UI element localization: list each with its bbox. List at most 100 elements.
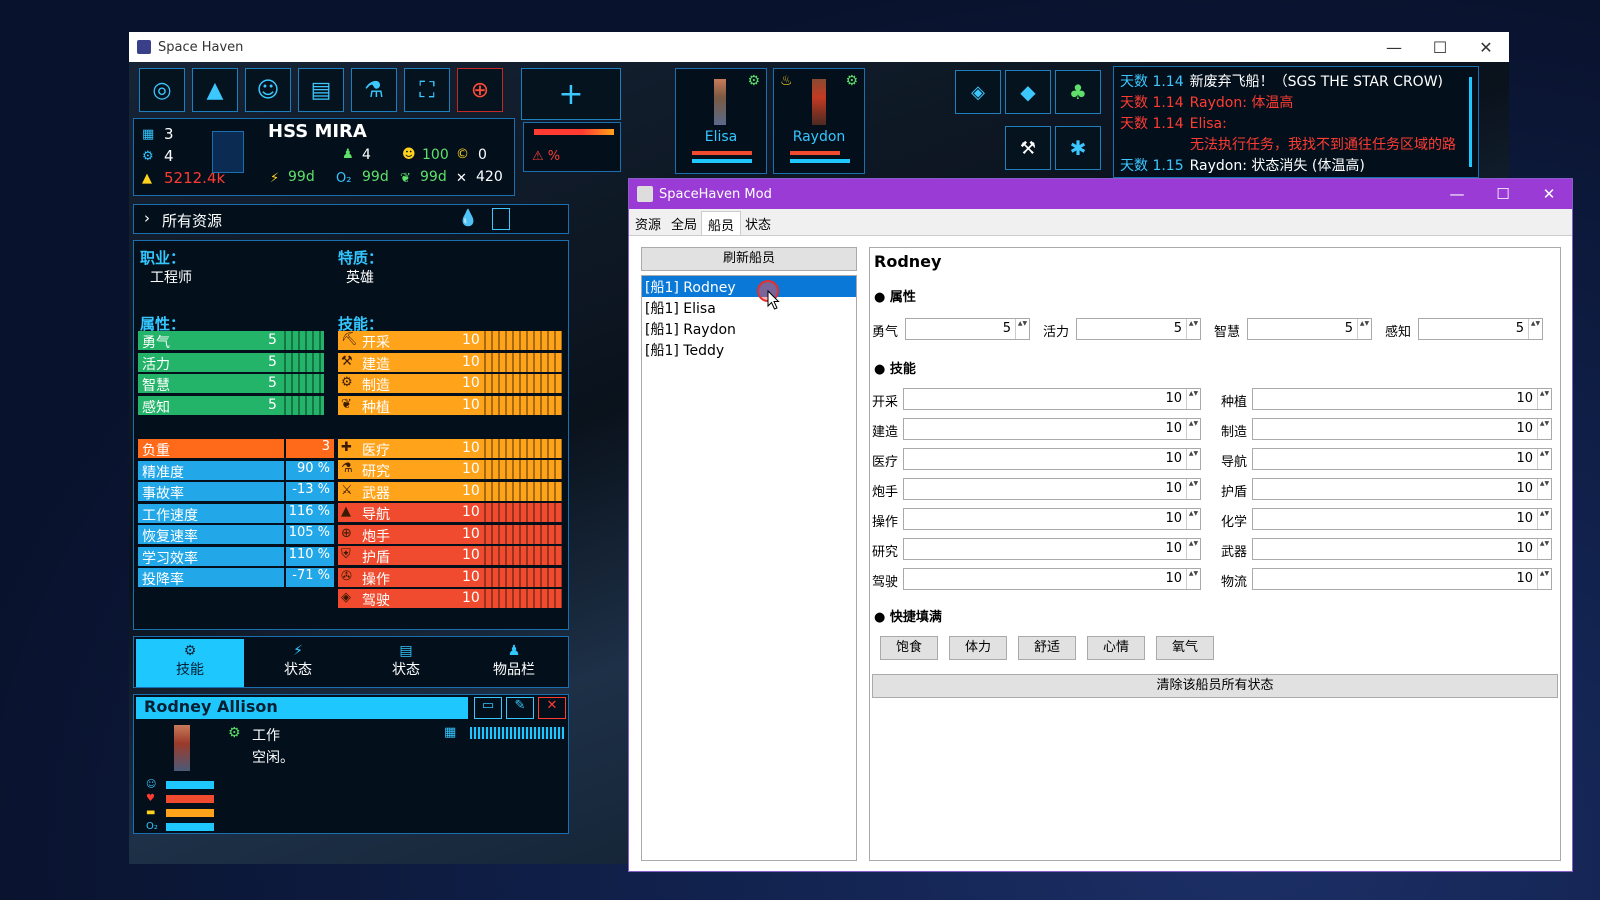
spinner-icon[interactable]: ▲▼: [1186, 419, 1200, 439]
field-label: 护盾: [1221, 485, 1248, 500]
spinner-icon[interactable]: ▲▼: [1015, 319, 1029, 339]
spinner-icon[interactable]: ▲▼: [1186, 449, 1200, 469]
minimize-icon[interactable]: —: [1434, 179, 1480, 209]
tool-icon[interactable]: ⚒: [1005, 126, 1051, 170]
number-field[interactable]: 10 ▲▼: [903, 508, 1201, 530]
spinner-icon[interactable]: ▲▼: [1186, 539, 1200, 559]
water-icon[interactable]: 💧: [458, 208, 478, 227]
calendar-icon[interactable]: ▦: [444, 725, 456, 740]
crew-list-item[interactable]: [船1] Raydon: [642, 318, 856, 339]
number-field[interactable]: 10 ▲▼: [1252, 388, 1552, 410]
number-field[interactable]: 5 ▲▼: [1247, 318, 1372, 340]
plants-icon[interactable]: ♣: [1055, 70, 1101, 114]
quick-fill-button[interactable]: 心情: [1087, 636, 1145, 660]
field-label: 研究: [872, 545, 899, 560]
tab-global[interactable]: 全局: [665, 211, 703, 235]
cluster-icon[interactable]: ✱: [1055, 126, 1101, 170]
number-field[interactable]: 10 ▲▼: [1252, 448, 1552, 470]
number-field[interactable]: 10 ▲▼: [903, 388, 1201, 410]
tab-status[interactable]: ⚡ 状态: [244, 639, 352, 687]
crew-list-item[interactable]: [船1] Teddy: [642, 339, 856, 360]
number-field[interactable]: 10 ▲▼: [1252, 418, 1552, 440]
target-icon[interactable]: ⊕: [457, 68, 503, 112]
quick-fill-button[interactable]: 氧气: [1156, 636, 1214, 660]
tab-crew[interactable]: 船员: [701, 211, 742, 235]
spinner-icon[interactable]: ▲▼: [1537, 569, 1551, 589]
document-icon[interactable]: ▤: [298, 68, 344, 112]
number-field[interactable]: 10 ▲▼: [903, 538, 1201, 560]
resources-bar[interactable]: › 所有资源 💧: [133, 204, 569, 234]
research-icon[interactable]: ⚗: [351, 68, 397, 112]
crew-portrait-elisa[interactable]: ⚙ Elisa: [675, 68, 767, 174]
energy-value: 99d: [288, 169, 315, 185]
build-icon[interactable]: ▲: [192, 68, 238, 112]
crew-icon[interactable]: ☺: [245, 68, 291, 112]
number-field[interactable]: 10 ▲▼: [903, 448, 1201, 470]
log-entry: 天数 1.14 新废弃飞船！（SGS THE STAR CROW): [1120, 71, 1443, 91]
ship-name[interactable]: HSS MIRA: [268, 121, 367, 142]
refresh-crew-button[interactable]: 刷新船员: [641, 247, 857, 271]
dismiss-icon[interactable]: ✕: [538, 697, 566, 719]
spinner-icon[interactable]: ▲▼: [1528, 319, 1542, 339]
spinner-icon[interactable]: ▲▼: [1537, 449, 1551, 469]
number-field[interactable]: 10 ▲▼: [1252, 568, 1552, 590]
schedule-bar[interactable]: [470, 727, 564, 739]
cube-icon[interactable]: ◆: [1005, 70, 1051, 114]
quick-fill-button[interactable]: 舒适: [1018, 636, 1076, 660]
tab-inventory[interactable]: ♟ 物品栏: [460, 639, 568, 687]
minimize-icon[interactable]: —: [1371, 32, 1417, 62]
spinner-icon[interactable]: ▲▼: [1537, 509, 1551, 529]
number-field[interactable]: 10 ▲▼: [1252, 478, 1552, 500]
maximize-icon[interactable]: ☐: [1417, 32, 1463, 62]
spinner-icon[interactable]: ▲▼: [1186, 389, 1200, 409]
number-field[interactable]: 10 ▲▼: [1252, 508, 1552, 530]
crew-list-item[interactable]: [船1] Rodney: [642, 276, 856, 297]
tab-status[interactable]: 状态: [739, 211, 777, 235]
overview-icon[interactable]: ◎: [139, 68, 185, 112]
crew-list-item[interactable]: [船1] Elisa: [642, 297, 856, 318]
attribute-row: 勇气 5: [138, 331, 324, 351]
expand-icon[interactable]: ⛶: [404, 68, 450, 112]
derived-stat-value: 3: [286, 439, 334, 458]
hologram-icon[interactable]: ◈: [955, 70, 1001, 114]
tab-status-2[interactable]: ▤ 状态: [352, 639, 460, 687]
gear-icon: ⚙: [183, 643, 197, 659]
number-field[interactable]: 10 ▲▼: [1252, 538, 1552, 560]
clear-all-status-button[interactable]: 清除该船员所有状态: [872, 674, 1558, 698]
spinner-icon[interactable]: ▲▼: [1186, 569, 1200, 589]
skill-icon: ⊕: [341, 525, 352, 541]
maximize-icon[interactable]: ☐: [1480, 179, 1526, 209]
quick-fill-button[interactable]: 体力: [949, 636, 1007, 660]
number-field[interactable]: 10 ▲▼: [903, 568, 1201, 590]
crew-list[interactable]: [船1] Rodney [船1] Elisa [船1] Raydon [船1] Ted…: [641, 275, 857, 861]
alert-panel[interactable]: ⚠ %: [523, 122, 621, 172]
skill-value: 10: [462, 482, 480, 499]
spinner-icon[interactable]: ▲▼: [1537, 539, 1551, 559]
tab-resources[interactable]: 资源: [629, 211, 667, 235]
log-scrollbar[interactable]: [1469, 77, 1472, 167]
spinner-icon[interactable]: ▲▼: [1537, 479, 1551, 499]
close-icon[interactable]: ✕: [1463, 32, 1509, 62]
monitor-icon[interactable]: ▭: [474, 697, 502, 719]
spinner-icon[interactable]: ▲▼: [1537, 419, 1551, 439]
edit-icon[interactable]: ✎: [506, 697, 534, 719]
avatar: [812, 79, 826, 125]
health-bar: [166, 795, 214, 803]
tab-skills[interactable]: ⚙ 技能: [136, 639, 244, 687]
close-icon[interactable]: ✕: [1526, 179, 1572, 209]
spinner-icon[interactable]: ▲▼: [1186, 479, 1200, 499]
avatar: [174, 725, 190, 771]
spinner-icon[interactable]: ▲▼: [1186, 319, 1200, 339]
number-field[interactable]: 5 ▲▼: [1076, 318, 1201, 340]
quick-fill-button[interactable]: 饱食: [880, 636, 938, 660]
spinner-icon[interactable]: ▲▼: [1186, 509, 1200, 529]
number-field[interactable]: 5 ▲▼: [905, 318, 1030, 340]
number-field[interactable]: 5 ▲▼: [1418, 318, 1543, 340]
crew-portrait-raydon[interactable]: ♨ ⚙ Raydon: [773, 68, 865, 174]
battery-icon[interactable]: [492, 208, 510, 230]
spinner-icon[interactable]: ▲▼: [1357, 319, 1371, 339]
number-field[interactable]: 10 ▲▼: [903, 478, 1201, 500]
add-icon[interactable]: +: [521, 68, 621, 120]
spinner-icon[interactable]: ▲▼: [1537, 389, 1551, 409]
number-field[interactable]: 10 ▲▼: [903, 418, 1201, 440]
